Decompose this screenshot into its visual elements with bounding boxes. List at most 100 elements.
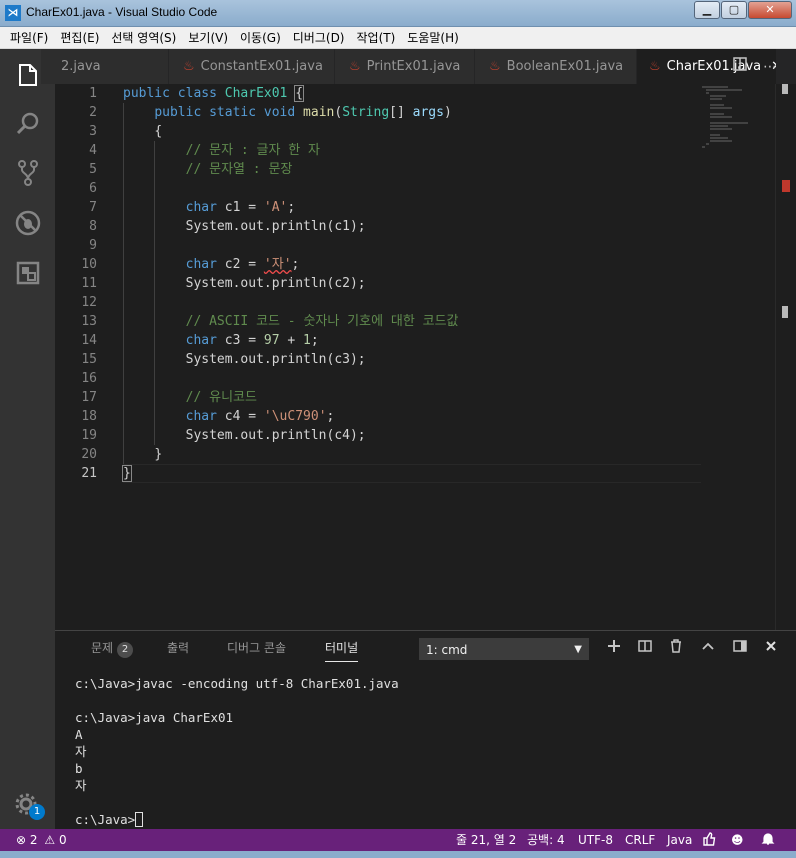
chevron-up-icon[interactable] <box>698 639 718 659</box>
extensions-icon[interactable] <box>14 259 42 287</box>
code-line-11: System.out.println(c2); <box>123 274 701 293</box>
panel-tab-terminal[interactable]: 터미널 <box>325 639 359 662</box>
terminal-select[interactable]: 1: cmd ▼ <box>419 638 589 660</box>
problems-status[interactable]: ⊗ 2 ⚠ 0 <box>16 829 67 851</box>
status-bar: ⊗ 2 ⚠ 0 줄 21, 열 2 공백: 4 UTF-8 CRLF Java … <box>0 829 796 851</box>
close-button[interactable]: ✕ <box>748 1 792 19</box>
minimap-line <box>710 107 732 109</box>
tab-2-java[interactable]: 2.java <box>41 49 169 84</box>
warning-count: 0 <box>58 833 67 847</box>
error-icon: ⊗ <box>16 833 27 847</box>
code-text: } <box>154 447 163 462</box>
terminal-cursor <box>135 812 144 827</box>
maximize-panel-icon[interactable] <box>730 639 750 659</box>
code-text: ; <box>291 257 300 272</box>
keyword: public <box>154 105 202 120</box>
code-line-15: System.out.println(c3); <box>123 350 701 369</box>
comment: // ASCII 코드 - 숫자나 기호에 대한 코드값 <box>185 314 459 329</box>
eol-status[interactable]: CRLF <box>625 829 655 851</box>
code-line-2: public static void main(String[] args) <box>154 105 452 120</box>
menu-tasks[interactable]: 작업(T) <box>351 29 402 46</box>
menu-file[interactable]: 파일(F) <box>4 29 54 46</box>
comment: // 문자열 : 문장 <box>185 162 293 177</box>
minimap-line <box>710 122 748 124</box>
line-number: 2 <box>89 105 97 120</box>
panel-tab-debug-console[interactable]: 디버그 콘솔 <box>227 639 286 656</box>
panel-tab-output[interactable]: 출력 <box>167 639 189 656</box>
menu-view[interactable]: 보기(V) <box>182 29 234 46</box>
tab-charex01[interactable]: ♨CharEx01.java✕ <box>637 49 777 84</box>
minimap-line <box>706 92 709 94</box>
code-line-19: System.out.println(c4); <box>123 426 701 445</box>
error-count: 2 <box>29 833 38 847</box>
debug-icon[interactable] <box>14 209 42 237</box>
minimap-line <box>710 125 728 127</box>
bracket-match: { <box>294 85 305 102</box>
editor-scrollbar[interactable] <box>775 84 796 630</box>
minimap-line <box>710 113 724 115</box>
minimap-line <box>706 89 742 91</box>
cursor-position[interactable]: 줄 21, 열 2 <box>456 829 516 851</box>
minimap-line <box>706 143 709 145</box>
close-icon[interactable] <box>761 639 781 659</box>
thumbs-up-icon[interactable] <box>702 829 716 851</box>
code-editor[interactable]: 1 2 3 4 5 6 7 8 9 10 11 12 13 14 15 16 17 18 19 20 21 public… <box>55 84 796 630</box>
line-number: 7 <box>89 200 97 215</box>
menu-go[interactable]: 이동(G) <box>234 29 287 46</box>
keyword: public <box>123 86 170 101</box>
panel-tab-problems[interactable]: 문제 2 <box>91 639 134 658</box>
more-actions-icon[interactable]: ⋯ <box>760 57 780 77</box>
terminal-output[interactable]: c:\Java>javac -encoding utf-8 CharEx01.j… <box>75 675 775 828</box>
minimap-line <box>710 140 732 142</box>
line-number: 17 <box>81 390 97 405</box>
editor-tab-bar: 2.java ♨ ConstantEx01.java ♨ PrintEx01.jav… <box>41 49 796 84</box>
minimize-button[interactable]: ▁ <box>694 1 720 19</box>
split-icon[interactable] <box>635 639 655 659</box>
smiley-icon[interactable]: ☻ <box>731 829 744 851</box>
keyword: class <box>177 86 217 101</box>
bell-icon[interactable] <box>761 829 775 851</box>
terminal-line: 자 <box>75 744 87 759</box>
line-number: 21 <box>81 466 97 481</box>
encoding-status[interactable]: UTF-8 <box>578 829 613 851</box>
minimap-line <box>710 137 728 139</box>
code-text: c3 = <box>216 333 264 348</box>
code-line-14: char c3 = 97 + 1; <box>123 331 701 350</box>
line-number: 12 <box>81 295 97 310</box>
line-number: 3 <box>89 124 97 139</box>
minimap[interactable] <box>700 84 775 630</box>
menu-selection[interactable]: 선택 영역(S) <box>105 29 182 46</box>
terminal-prompt: c:\Java> <box>75 812 136 827</box>
terminal-select-value: 1: cmd <box>426 643 468 657</box>
split-editor-icon[interactable] <box>730 57 750 77</box>
tab-booleanex01[interactable]: ♨ BooleanEx01.java <box>475 49 637 84</box>
menu-edit[interactable]: 편집(E) <box>54 29 105 46</box>
menu-debug[interactable]: 디버그(D) <box>287 29 351 46</box>
code-line-7: char c1 = 'A'; <box>123 198 701 217</box>
trash-icon[interactable] <box>666 639 686 659</box>
code-text: ) <box>443 105 452 120</box>
tab-constantex01[interactable]: ♨ ConstantEx01.java <box>169 49 335 84</box>
code-line-5: // 문자열 : 문장 <box>123 160 701 179</box>
language-mode[interactable]: Java <box>667 829 692 851</box>
code-content[interactable]: public class CharEx01 { public static vo… <box>122 84 701 483</box>
search-icon[interactable] <box>14 110 42 138</box>
source-control-icon[interactable] <box>14 159 42 187</box>
code-text: ; <box>287 200 296 215</box>
files-icon[interactable] <box>14 61 42 89</box>
maximize-button[interactable]: ▢ <box>721 1 747 19</box>
plus-icon[interactable] <box>604 639 624 659</box>
settings-badge: 1 <box>29 804 45 820</box>
minimap-line <box>710 116 732 118</box>
terminal-line: c:\Java>java CharEx01 <box>75 710 234 725</box>
code-text: System.out.println(c3); <box>185 352 366 367</box>
tab-printex01[interactable]: ♨ PrintEx01.java <box>335 49 475 84</box>
window-controls: ▁ ▢ ✕ <box>693 1 792 19</box>
menu-help[interactable]: 도움말(H) <box>401 29 465 46</box>
line-number: 18 <box>81 409 97 424</box>
chevron-down-icon: ▼ <box>574 644 582 655</box>
indentation-status[interactable]: 공백: 4 <box>527 829 565 851</box>
